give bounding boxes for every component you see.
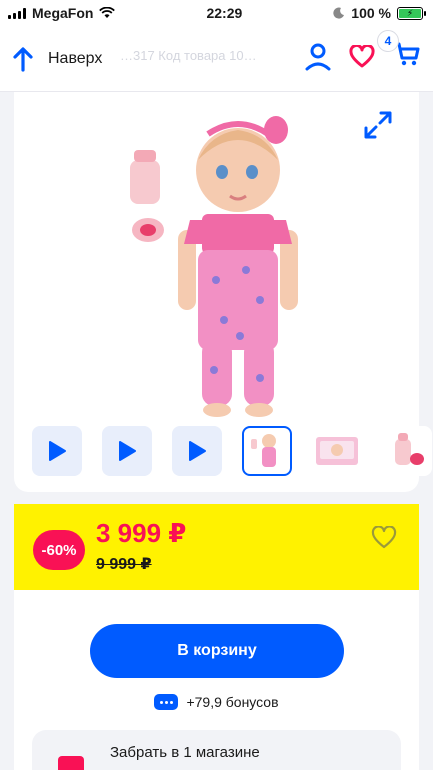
battery-percent: 100 % — [351, 5, 391, 21]
video-thumbnail[interactable] — [32, 426, 82, 476]
arrow-up-icon — [13, 46, 33, 72]
bottle-thumbnail-image — [395, 433, 424, 465]
moon-icon — [333, 7, 345, 19]
play-icon — [49, 441, 66, 461]
top-header: Наверх …317 Код товара 10… 4 — [0, 26, 433, 92]
image-thumbnail-selected[interactable] — [242, 426, 292, 476]
pickup-label: Забрать в 1 магазине — [110, 744, 260, 761]
cart-button[interactable]: 4 — [377, 30, 421, 73]
scroll-top-label: Наверх — [48, 49, 103, 67]
bonus-icon — [154, 694, 179, 710]
store-icon — [58, 756, 84, 770]
wifi-icon — [99, 7, 116, 18]
current-price: 3 999 ₽ — [96, 518, 187, 548]
play-icon — [189, 441, 206, 461]
status-bar: MegaFon 22:29 100 % ⚡ — [0, 0, 433, 26]
bonus-info: +79,9 бонусов — [14, 694, 419, 710]
heart-outline-icon[interactable] — [371, 526, 397, 550]
doll-thumbnail-image — [251, 434, 276, 467]
thumbnail-strip — [32, 426, 432, 476]
user-icon[interactable] — [305, 43, 331, 71]
scroll-top-button[interactable]: Наверх — [12, 46, 102, 72]
discount-badge: -60% — [33, 530, 85, 570]
signal-icon — [8, 7, 26, 19]
cart-count-badge: 4 — [377, 30, 399, 52]
faded-product-code: …317 Код товара 10… — [120, 48, 257, 63]
battery-icon: ⚡ — [397, 6, 426, 20]
add-to-cart-button[interactable]: В корзину — [90, 624, 344, 678]
play-icon — [119, 441, 136, 461]
pickup-option[interactable]: Забрать в 1 магазине — [32, 730, 401, 770]
bonus-label: +79,9 бонусов — [186, 694, 279, 710]
video-thumbnail[interactable] — [102, 426, 152, 476]
price-block: -60% 3 999 ₽ 9 999 ₽ — [14, 504, 419, 590]
product-image[interactable] — [126, 100, 316, 418]
expand-icon[interactable] — [363, 110, 393, 140]
box-thumbnail-image — [316, 437, 358, 465]
heart-icon[interactable] — [349, 44, 375, 69]
carrier-name: MegaFon — [32, 5, 94, 21]
image-thumbnail[interactable] — [312, 426, 362, 476]
product-gallery-card — [14, 92, 432, 492]
image-thumbnail[interactable] — [382, 426, 432, 476]
clock: 22:29 — [206, 5, 243, 21]
purchase-actions: В корзину +79,9 бонусов Забрать в 1 мага… — [14, 590, 419, 770]
video-thumbnail[interactable] — [172, 426, 222, 476]
old-price: 9 999 ₽ — [96, 556, 152, 573]
